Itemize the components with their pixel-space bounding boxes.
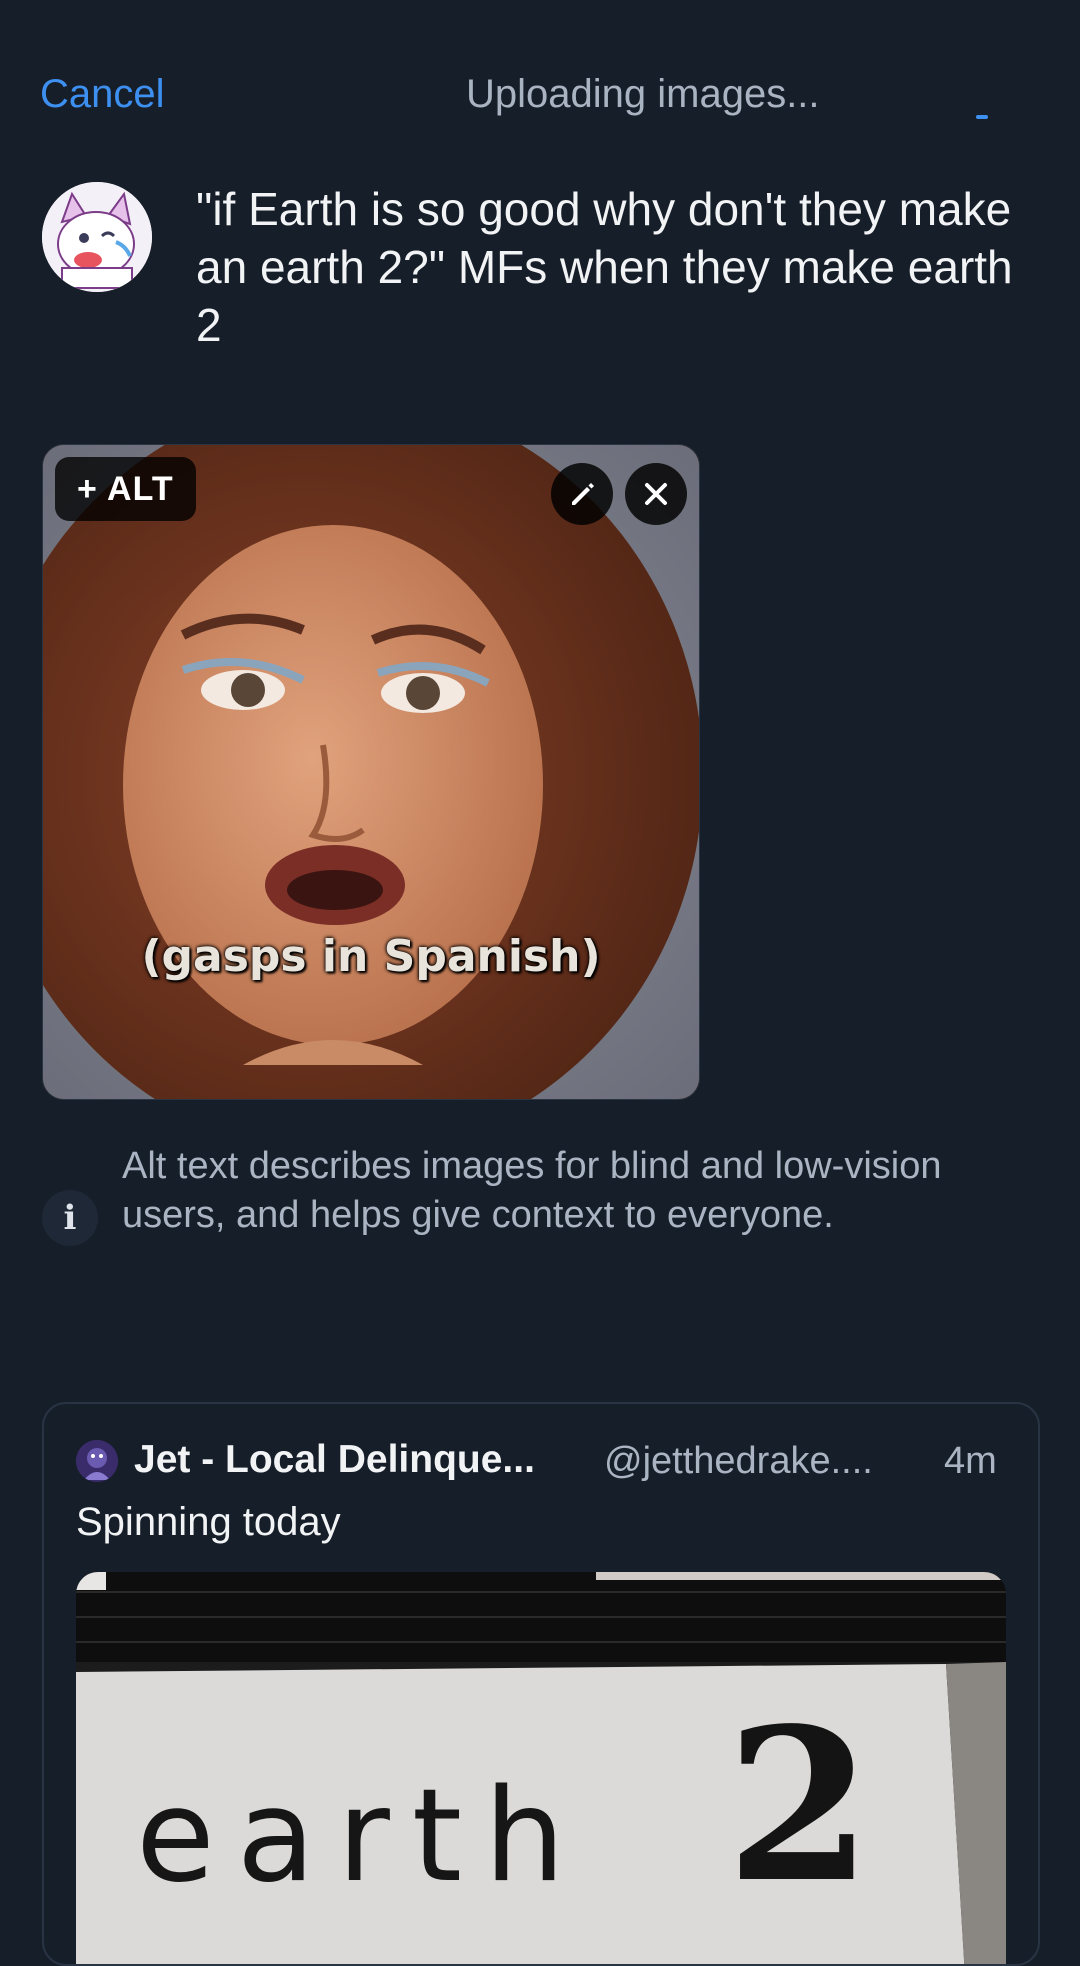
user-avatar[interactable] [42,182,152,292]
quoted-author-name: Jet - Local Delinque... [134,1438,535,1481]
attached-image [43,445,699,1099]
post-text-input[interactable]: "if Earth is so good why don't they make… [196,180,1026,354]
quoted-author-handle: @jetthedrake.... [604,1440,873,1482]
quoted-post-image: earth 2 [76,1572,1006,1964]
remove-image-button[interactable] [625,463,687,525]
quoted-post-card[interactable]: Jet - Local Delinque... @jetthedrake....… [42,1402,1040,1966]
upload-progress-indicator [976,115,988,119]
pencil-icon [572,483,594,505]
quoted-author-avatar [76,1440,118,1482]
add-alt-text-button[interactable]: + ALT [55,457,196,521]
edit-image-button[interactable] [551,463,613,525]
quoted-post-text: Spinning today [76,1500,341,1544]
sign-word-text: earth [136,1762,588,1911]
sign-number-text: 2 [726,1682,873,1929]
quoted-post-time: 4m [944,1440,997,1482]
upload-status-title: Uploading images... [466,72,820,116]
cancel-button[interactable]: Cancel [40,72,165,117]
close-icon [645,483,667,505]
image-caption-text: (gasps in Spanish) [141,931,601,982]
composer-header: Cancel Uploading images... [0,0,1080,150]
info-icon: i [42,1190,98,1246]
image-attachment[interactable]: (gasps in Spanish) + ALT [42,444,700,1100]
alt-text-info-message: Alt text describes images for blind and … [122,1145,942,1236]
